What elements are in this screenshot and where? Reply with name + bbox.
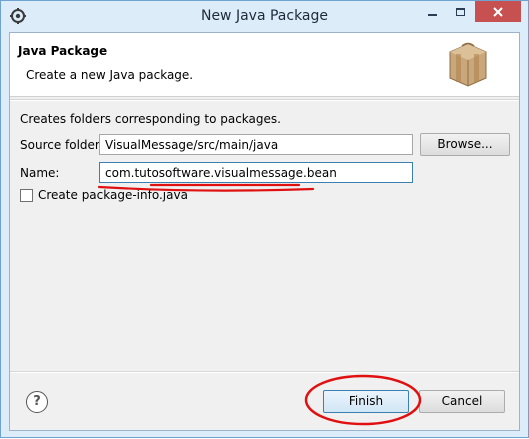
package-info-label[interactable]: Create package-info.java (38, 188, 188, 202)
dialog-window: New Java Package Java Package Create a n… (0, 0, 529, 438)
maximize-icon (455, 7, 465, 16)
finish-button[interactable]: Finish (323, 390, 409, 413)
info-text: Creates folders corresponding to package… (20, 112, 281, 126)
banner-title: Java Package (18, 44, 108, 58)
package-info-checkbox[interactable] (20, 188, 33, 202)
package-name-input[interactable]: com.tutosoftware.visualmessage.bean (99, 162, 413, 183)
source-folder-input[interactable]: VisualMessage/src/main/java (99, 134, 413, 155)
maximize-button[interactable] (447, 1, 473, 22)
package-info-option[interactable]: Create package-info.java (20, 188, 188, 202)
footer-separator (10, 371, 519, 373)
minimize-button[interactable] (419, 1, 445, 22)
minimize-icon (427, 13, 437, 16)
source-folder-label: Source folder: (20, 138, 104, 152)
banner-description: Create a new Java package. (26, 68, 194, 82)
close-icon (493, 6, 503, 17)
wizard-banner: Java Package Create a new Java package. (10, 33, 519, 97)
banner-separator (10, 99, 519, 101)
dialog-body: Java Package Create a new Java package. … (9, 32, 520, 431)
package-name-label: Name: (20, 166, 60, 180)
help-icon[interactable]: ? (26, 391, 48, 413)
browse-button[interactable]: Browse... (420, 133, 510, 156)
title-bar[interactable]: New Java Package (1, 1, 528, 32)
cancel-button[interactable]: Cancel (419, 390, 505, 413)
package-box-icon (449, 42, 487, 87)
close-button[interactable] (475, 1, 521, 22)
